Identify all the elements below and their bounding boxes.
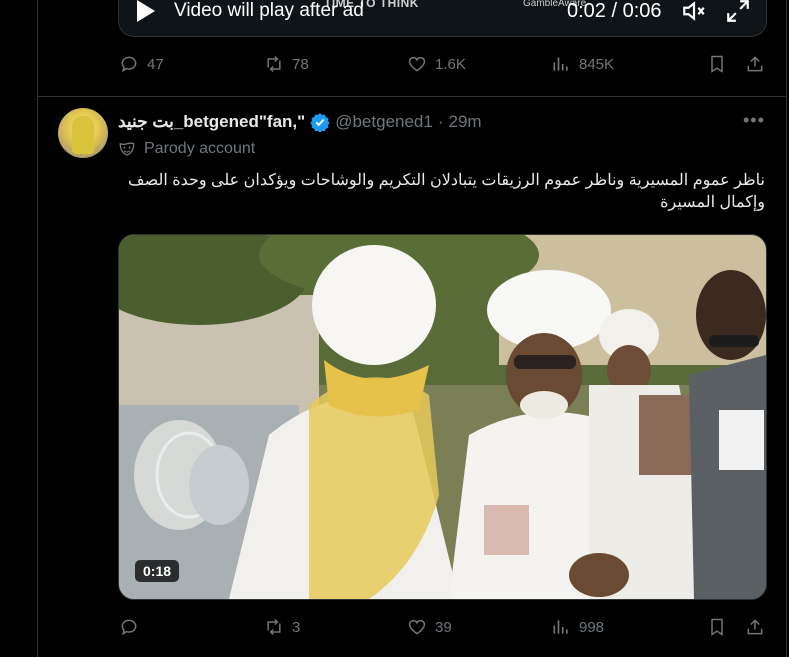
- repost-icon: [267, 618, 281, 636]
- share-button[interactable]: [745, 617, 765, 637]
- reply-count: 47: [147, 55, 164, 73]
- video-duration: 0:18: [135, 560, 180, 582]
- view-count: 845K: [579, 55, 615, 73]
- video-frame: [119, 235, 766, 599]
- play-icon[interactable]: [137, 0, 155, 22]
- more-icon[interactable]: •••: [743, 110, 765, 131]
- video-time: 0:02 / 0:06: [567, 0, 662, 22]
- bookmark-icon: [711, 55, 723, 73]
- tweet-text: ناظر عموم المسيرية وناظر عموم الرزيقات ي…: [128, 172, 765, 211]
- previous-tweet-actions: 47 78 1.6K 845K: [119, 54, 767, 84]
- fullscreen-icon[interactable]: [725, 0, 751, 29]
- verified-icon: [310, 112, 330, 132]
- views-icon: [553, 57, 568, 71]
- tweet-actions: 3 39 998: [119, 617, 767, 647]
- reply-button[interactable]: [119, 617, 147, 637]
- reply-icon: [121, 619, 137, 636]
- views-button[interactable]: 998: [551, 617, 604, 637]
- repost-count: 3: [292, 618, 301, 636]
- tweet-divider: [38, 96, 786, 97]
- view-count: 998: [579, 618, 605, 636]
- repost-button[interactable]: 78: [264, 54, 309, 74]
- bookmark-button[interactable]: [707, 54, 727, 74]
- share-button[interactable]: [745, 54, 765, 74]
- repost-count: 78: [292, 55, 309, 73]
- tweet-video[interactable]: 0:18: [118, 234, 767, 600]
- bookmark-icon: [711, 618, 723, 636]
- parody-label: Parody account: [118, 140, 255, 158]
- share-icon: [747, 619, 763, 635]
- separator-dot: ·: [437, 112, 444, 131]
- like-icon: [408, 619, 426, 635]
- parody-mask-icon: [119, 142, 135, 156]
- share-icon: [747, 56, 763, 72]
- like-count: 1.6K: [435, 55, 466, 73]
- like-button[interactable]: 39: [407, 617, 452, 637]
- views-button[interactable]: 845K: [551, 54, 614, 74]
- like-button[interactable]: 1.6K: [407, 54, 466, 74]
- like-count: 39: [435, 618, 452, 636]
- repost-icon: [267, 55, 281, 73]
- volume-muted-icon[interactable]: [681, 0, 707, 29]
- handle[interactable]: @betgened1: [335, 112, 433, 132]
- avatar[interactable]: [58, 108, 108, 158]
- views-icon: [553, 620, 568, 634]
- timeline: Video will play after ad TIME TO THINK G…: [37, 0, 787, 657]
- repost-button[interactable]: 3: [264, 617, 300, 637]
- parody-text: Parody account: [144, 140, 256, 157]
- previous-video-player[interactable]: Video will play after ad TIME TO THINK G…: [118, 0, 767, 37]
- timestamp[interactable]: 29m: [449, 112, 482, 132]
- reply-icon: [121, 56, 137, 73]
- ad-overlay-text: TIME TO THINK: [324, 0, 419, 10]
- display-name[interactable]: بت جنيد_betgened"fan,": [118, 112, 305, 132]
- reply-button[interactable]: 47: [119, 54, 164, 74]
- tweet-header: بت جنيد_betgened"fan," @betgened1 · 29m: [118, 110, 482, 134]
- bookmark-button[interactable]: [707, 617, 727, 637]
- like-icon: [408, 56, 426, 72]
